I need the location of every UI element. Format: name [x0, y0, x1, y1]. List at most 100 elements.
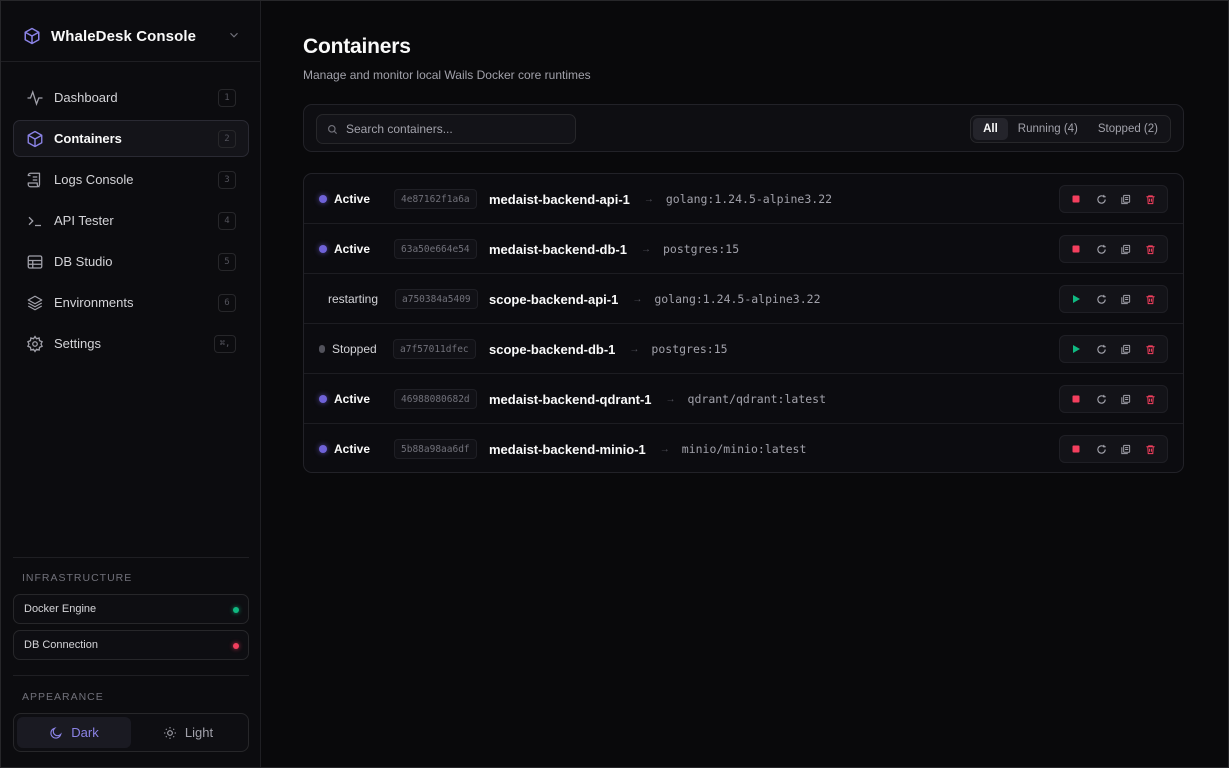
filter-stopped[interactable]: Stopped (2) — [1088, 118, 1168, 140]
sidebar-item-db-studio[interactable]: DB Studio 5 — [13, 243, 249, 280]
filter-running[interactable]: Running (4) — [1008, 118, 1088, 140]
status-label: Stopped — [332, 342, 377, 356]
stop-button[interactable] — [1065, 238, 1087, 260]
container-name-group: medaist-backend-db-1 → postgres:15 — [489, 224, 739, 274]
restart-button[interactable] — [1090, 438, 1112, 460]
stop-icon — [1071, 194, 1081, 204]
container-row[interactable]: Active 46988080682d medaist-backend-qdrant… — [304, 374, 1183, 424]
delete-button[interactable] — [1140, 288, 1162, 310]
row-actions — [1059, 235, 1168, 263]
infra-db-connection[interactable]: DB Connection — [13, 630, 249, 660]
delete-button[interactable] — [1140, 338, 1162, 360]
container-image: postgres:15 — [662, 242, 740, 256]
copy-logs-icon — [1120, 394, 1131, 405]
delete-button[interactable] — [1140, 188, 1162, 210]
row-actions — [1059, 335, 1168, 363]
delete-button[interactable] — [1140, 238, 1162, 260]
status-dot — [319, 245, 327, 253]
copy-logs-icon — [1120, 194, 1131, 205]
sidebar-item-environments[interactable]: Environments 6 — [13, 284, 249, 321]
sidebar-item-label: DB Studio — [54, 254, 113, 269]
restart-button[interactable] — [1090, 388, 1112, 410]
stop-button[interactable] — [1065, 388, 1087, 410]
container-id: a7f57011dfec — [393, 339, 476, 359]
restart-button[interactable] — [1090, 288, 1112, 310]
theme-light-label: Light — [184, 725, 214, 740]
stop-icon — [1071, 394, 1081, 404]
container-name-group: medaist-backend-minio-1 → minio/minio:late… — [489, 424, 807, 472]
trash-icon — [1145, 394, 1156, 405]
shortcut-badge: 3 — [218, 171, 236, 189]
container-row[interactable]: Active 63a50e664e54 medaist-backend-db-1 → p… — [304, 224, 1183, 274]
layers-icon — [26, 294, 44, 312]
restart-icon — [1096, 294, 1107, 305]
sidebar-item-containers[interactable]: Containers 2 — [13, 120, 249, 157]
status-dot — [319, 345, 325, 353]
start-button[interactable] — [1065, 288, 1087, 310]
container-row[interactable]: restarting a750384a5409 scope-backend-api-… — [304, 274, 1183, 324]
sidebar-item-settings[interactable]: Settings ⌘, — [13, 325, 249, 362]
container-id: 5b88a98aa6df — [394, 439, 477, 459]
shortcut-badge: ⌘, — [214, 335, 236, 353]
scroll-icon — [26, 171, 44, 189]
logs-button[interactable] — [1115, 438, 1137, 460]
restart-button[interactable] — [1090, 238, 1112, 260]
sidebar-item-label: Containers — [54, 131, 122, 146]
stop-button[interactable] — [1065, 188, 1087, 210]
container-name-group: scope-backend-db-1 → postgres:15 — [489, 324, 728, 374]
trash-icon — [1145, 194, 1156, 205]
row-actions — [1059, 435, 1168, 463]
restart-button[interactable] — [1090, 338, 1112, 360]
status-dot — [233, 643, 239, 649]
logs-button[interactable] — [1115, 338, 1137, 360]
status-dot — [319, 395, 327, 403]
infra-docker-engine[interactable]: Docker Engine — [13, 594, 249, 624]
container-name: medaist-backend-api-1 — [489, 191, 630, 207]
shortcut-badge: 2 — [218, 130, 236, 148]
arrow-right-icon: → — [643, 193, 654, 205]
status-indicator: Active — [319, 174, 370, 224]
sidebar-item-logs-console[interactable]: Logs Console 3 — [13, 161, 249, 198]
shortcut-badge: 4 — [218, 212, 236, 230]
container-name: scope-backend-db-1 — [489, 341, 616, 357]
container-name: medaist-backend-minio-1 — [489, 441, 646, 457]
play-icon — [1071, 344, 1081, 354]
stop-button[interactable] — [1065, 438, 1087, 460]
divider — [13, 557, 249, 558]
container-id: 4e87162f1a6a — [394, 189, 477, 209]
logs-button[interactable] — [1115, 188, 1137, 210]
logs-button[interactable] — [1115, 388, 1137, 410]
copy-logs-icon — [1120, 344, 1131, 355]
logs-button[interactable] — [1115, 238, 1137, 260]
arrow-right-icon: → — [665, 393, 676, 405]
start-button[interactable] — [1065, 338, 1087, 360]
container-image: qdrant/qdrant:latest — [687, 392, 827, 406]
theme-dark-button[interactable]: Dark — [17, 717, 131, 748]
restart-button[interactable] — [1090, 188, 1112, 210]
box-logo-icon — [24, 27, 40, 45]
container-name: medaist-backend-db-1 — [489, 241, 627, 257]
workspace-switcher[interactable]: WhaleDesk Console — [23, 25, 241, 47]
container-row[interactable]: Stopped a7f57011dfec scope-backend-db-1 → po… — [304, 324, 1183, 374]
container-row[interactable]: Active 4e87162f1a6a medaist-backend-api-1 →… — [304, 174, 1183, 224]
status-label: Active — [334, 242, 371, 256]
sidebar-item-api-tester[interactable]: API Tester 4 — [13, 202, 249, 239]
sidebar-item-dashboard[interactable]: Dashboard 1 — [13, 79, 249, 116]
filter-all[interactable]: All — [973, 118, 1008, 140]
logs-button[interactable] — [1115, 288, 1137, 310]
container-image: minio/minio:latest — [681, 442, 807, 456]
container-name-group: medaist-backend-qdrant-1 → qdrant/qdrant:l… — [489, 374, 826, 424]
copy-logs-icon — [1120, 244, 1131, 255]
delete-button[interactable] — [1140, 438, 1162, 460]
activity-icon — [26, 89, 44, 107]
infra-label: DB Connection — [24, 639, 98, 651]
search-input[interactable] — [346, 122, 566, 136]
container-image: golang:1.24.5-alpine3.22 — [654, 292, 821, 306]
delete-button[interactable] — [1140, 388, 1162, 410]
container-row[interactable]: Active 5b88a98aa6df medaist-backend-minio-… — [304, 424, 1183, 472]
chevron-down-icon[interactable] — [227, 28, 241, 42]
page-subtitle: Manage and monitor local Wails Docker co… — [303, 68, 591, 82]
status-indicator: Active — [319, 224, 370, 274]
theme-light-button[interactable]: Light — [131, 717, 245, 748]
status-filter: All Running (4) Stopped (2) — [970, 115, 1171, 143]
